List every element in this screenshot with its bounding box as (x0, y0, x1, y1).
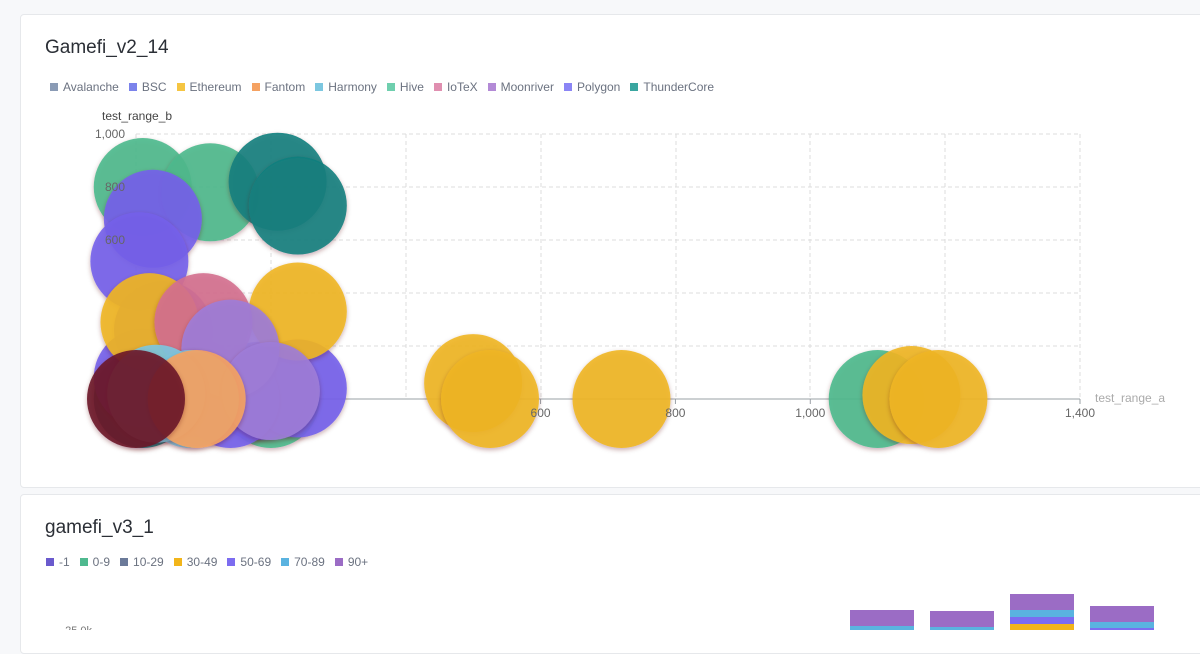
y-tick-label: 25.0k (65, 625, 92, 630)
bar-segment (850, 626, 914, 630)
x-tick-label: 600 (531, 406, 551, 420)
y-axis-title: test_range_b (102, 109, 172, 123)
x-tick-label: 1,000 (795, 406, 825, 420)
y-tick-label: 1,000 (95, 127, 125, 141)
bar-segment (1010, 617, 1074, 624)
bubble-point (889, 350, 988, 448)
y-tick-label: 800 (105, 180, 125, 194)
stacked-bar-plot: 25.0k (65, 594, 1154, 630)
x-tick-label: 800 (665, 406, 685, 420)
bar-segment (1010, 624, 1074, 630)
bubble-point (87, 350, 185, 448)
scatter-plot: test_range_b 1,000 800 600 600 800 1,000 1,400t… (87, 109, 1165, 448)
bubble-point (572, 350, 671, 448)
y-tick-label: 600 (105, 233, 125, 247)
bar-segment (1010, 594, 1074, 610)
bar-segment (1010, 610, 1074, 617)
bar-segment (1090, 622, 1154, 628)
bubble-point (441, 350, 539, 448)
bubble-point (248, 156, 347, 255)
x-axis-title: test_range_a (1095, 391, 1165, 405)
bar-segment (850, 610, 914, 626)
bar-segment (1090, 606, 1154, 622)
bar-segment (930, 611, 994, 627)
x-tick-label: 1,400 (1065, 406, 1095, 420)
